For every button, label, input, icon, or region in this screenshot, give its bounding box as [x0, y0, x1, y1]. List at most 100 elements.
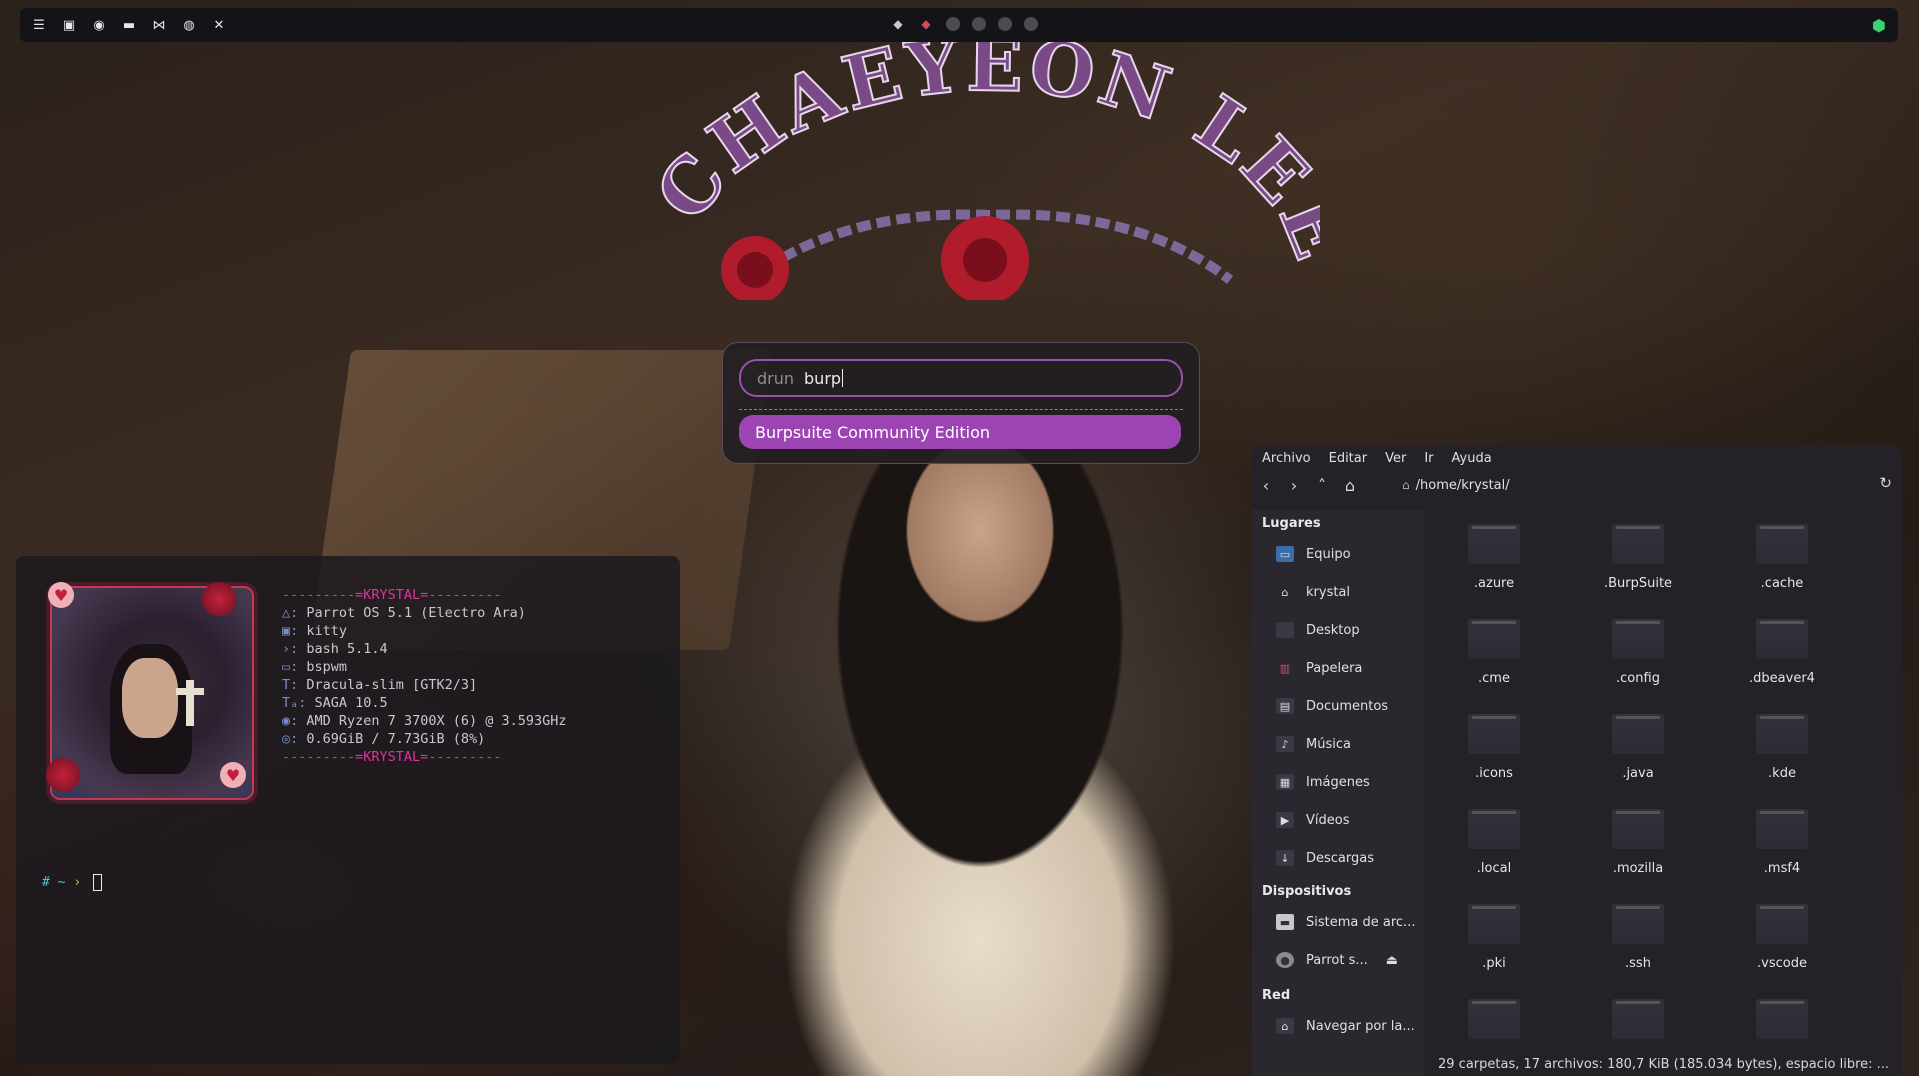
discord-icon[interactable]: ◍: [180, 16, 198, 34]
sidebar-item-musica[interactable]: ♪ Música: [1276, 732, 1422, 756]
folder-icon: [1612, 809, 1664, 849]
sidebar-item-equipo[interactable]: ▭ Equipo: [1276, 542, 1422, 566]
workspace-gem-icon[interactable]: ◆: [890, 16, 906, 32]
network-cube-icon[interactable]: ⬢: [1872, 16, 1886, 35]
places-header: Lugares: [1262, 516, 1321, 531]
heart-icon: ♥: [220, 762, 246, 788]
back-icon[interactable]: ‹: [1252, 476, 1280, 495]
network-header: Red: [1262, 988, 1291, 1003]
rose-icon: [202, 582, 236, 616]
drive-icon: ▬: [1276, 914, 1294, 930]
sidebar-item-network[interactable]: ⌂ Navegar por la...: [1276, 1014, 1422, 1038]
folder-icon: [1612, 714, 1664, 754]
workspace-dot[interactable]: [1024, 17, 1038, 31]
folder-icon: [1612, 904, 1664, 944]
terminal-cursor: [92, 874, 102, 891]
file-item[interactable]: .kde: [1722, 714, 1842, 794]
sidebar-item-papelera[interactable]: ▥ Papelera: [1276, 656, 1422, 680]
file-item[interactable]: .java: [1578, 714, 1698, 794]
shell-prompt[interactable]: # ~ ›: [42, 874, 102, 891]
downloads-folder-icon: [1612, 999, 1664, 1039]
desktop-icon: [1276, 622, 1294, 638]
cross-bar: [176, 688, 204, 695]
cross-icon: [186, 680, 194, 726]
wallpaper-title: CHAEYEON LEE: [660, 40, 1320, 300]
portrait-face: [122, 658, 178, 738]
fetch-line: T: Dracula-slim [GTK2/3]: [282, 677, 478, 693]
workspace-dot[interactable]: [998, 17, 1012, 31]
sidebar-item-parrot[interactable]: ● Parrot s... ⏏: [1276, 948, 1422, 972]
toolbar: ‹ › ˄ ⌂ ⌂ /home/krystal/ ↻: [1252, 470, 1902, 500]
file-item[interactable]: .cme: [1434, 619, 1554, 699]
menu-ver[interactable]: Ver: [1385, 451, 1406, 466]
folder-icon: [1756, 999, 1808, 1039]
up-icon[interactable]: ˄: [1308, 476, 1336, 495]
computer-icon: ▭: [1276, 546, 1294, 562]
launcher-result-selected[interactable]: Burpsuite Community Edition: [739, 415, 1181, 449]
file-item[interactable]: .BurpSuite: [1578, 524, 1698, 604]
prompt-arrow: ›: [73, 875, 82, 890]
videos-icon: ▶: [1276, 812, 1294, 828]
folder-icon: [1468, 904, 1520, 944]
fetch-line: ▣: kitty: [282, 623, 348, 639]
file-item[interactable]: .dbeaver4: [1722, 619, 1842, 699]
location-path: /home/krystal/: [1415, 477, 1510, 493]
menu-archivo[interactable]: Archivo: [1262, 451, 1311, 466]
sidebar-item-videos[interactable]: ▶ Vídeos: [1276, 808, 1422, 832]
menu-ir[interactable]: Ir: [1424, 451, 1433, 466]
file-item[interactable]: .mozilla: [1578, 809, 1698, 889]
firefox-icon[interactable]: ◉: [90, 16, 108, 34]
folder-icon: [1756, 524, 1808, 564]
sidebar-item-desktop[interactable]: Desktop: [1276, 618, 1422, 642]
fetch-line: ▭: bspwm: [282, 659, 348, 675]
sidebar-item-imagenes[interactable]: ▦ Imágenes: [1276, 770, 1422, 794]
menu-bar: Archivo Editar Ver Ir Ayuda: [1252, 446, 1902, 470]
workspace-dot[interactable]: [946, 17, 960, 31]
menu-editar[interactable]: Editar: [1329, 451, 1368, 466]
terminal-window[interactable]: ♥ ♥ ---------=KRYSTAL=--------- △: Parro…: [16, 556, 680, 1064]
home-icon[interactable]: ⌂: [1336, 476, 1364, 495]
file-item[interactable]: .icons: [1434, 714, 1554, 794]
file-item[interactable]: .cache: [1722, 524, 1842, 604]
status-bar: 29 carpetas, 17 archivos: 180,7 KiB (185…: [1434, 1052, 1902, 1076]
sidebar-item-krystal[interactable]: ⌂ krystal: [1276, 580, 1422, 604]
location-bar[interactable]: ⌂ /home/krystal/: [1402, 474, 1882, 496]
file-item[interactable]: .vscode: [1722, 904, 1842, 984]
file-item[interactable]: .azure: [1434, 524, 1554, 604]
heart-icon: ♥: [48, 582, 74, 608]
fetch-line: △: Parrot OS 5.1 (Electro Ara): [282, 605, 526, 621]
top-bar: ☰ ▣ ◉ ▬ ⋈ ◍ ✕ ◆ ◆ ⬢: [20, 8, 1898, 42]
eject-icon[interactable]: ⏏: [1386, 953, 1398, 968]
launcher-query: burp: [804, 368, 842, 388]
fetch-output: ---------=KRYSTAL=--------- △: Parrot OS…: [282, 586, 567, 766]
fetch-footer: ---------=KRYSTAL=---------: [282, 749, 502, 765]
sidebar-item-documentos[interactable]: ▤ Documentos: [1276, 694, 1422, 718]
menu-ayuda[interactable]: Ayuda: [1452, 451, 1492, 466]
launcher-search-input[interactable]: drun burp: [739, 359, 1183, 397]
trash-icon: ▥: [1279, 661, 1291, 675]
vscode-icon[interactable]: ⋈: [150, 16, 168, 34]
text-caret: [842, 369, 844, 387]
fetch-line: ◉: AMD Ryzen 7 3700X (6) @ 3.593GHz: [282, 713, 567, 729]
file-item[interactable]: .config: [1578, 619, 1698, 699]
workspace-dot[interactable]: [972, 17, 986, 31]
reload-icon[interactable]: ↻: [1879, 474, 1892, 492]
rose-icon: [46, 758, 80, 792]
pictures-icon: ▦: [1276, 774, 1294, 790]
folder-icon: [1468, 619, 1520, 659]
terminal-icon[interactable]: ▣: [60, 16, 78, 34]
burpsuite-icon[interactable]: ✕: [210, 16, 228, 34]
file-item[interactable]: .pki: [1434, 904, 1554, 984]
sidebar-item-descargas[interactable]: ↓ Descargas: [1276, 846, 1422, 870]
prompt-hash-icon: #: [42, 875, 50, 890]
file-item[interactable]: .ssh: [1578, 904, 1698, 984]
file-item[interactable]: .msf4: [1722, 809, 1842, 889]
folder-icon: [1612, 524, 1664, 564]
forward-icon[interactable]: ›: [1280, 476, 1308, 495]
workspace-ruby-icon[interactable]: ◆: [918, 16, 934, 32]
menu-icon[interactable]: ☰: [30, 16, 48, 34]
location-home-icon: ⌂: [1402, 478, 1410, 492]
folder-icon[interactable]: ▬: [120, 16, 138, 34]
sidebar-item-sistema[interactable]: ▬ Sistema de arc...: [1276, 910, 1422, 934]
file-item[interactable]: .local: [1434, 809, 1554, 889]
